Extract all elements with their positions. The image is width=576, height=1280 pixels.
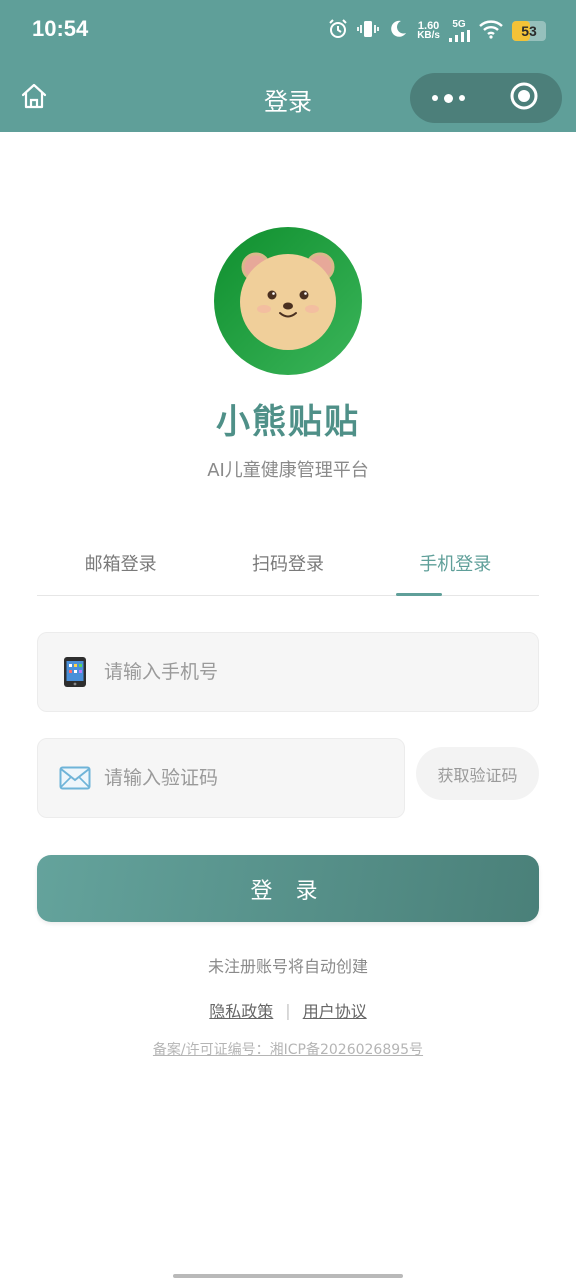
code-field	[37, 738, 405, 818]
phone-field	[37, 632, 539, 712]
more-button[interactable]	[410, 73, 486, 123]
auto-create-note: 未注册账号将自动创建	[207, 957, 368, 976]
link-separator: |	[285, 1000, 291, 1020]
home-indicator	[173, 1274, 403, 1278]
app-subtitle: AI儿童健康管理平台	[207, 460, 369, 481]
network-label: 5G	[452, 19, 466, 30]
tab-email-login[interactable]: 邮箱登录	[37, 540, 204, 595]
get-code-button[interactable]: 获取验证码	[416, 747, 539, 800]
net-speed: 1.60 KB/s	[417, 21, 440, 41]
privacy-policy-link[interactable]: 隐私政策	[209, 998, 273, 1022]
moon-icon	[387, 18, 409, 44]
login-tabs: 邮箱登录 扫码登录 手机登录	[37, 540, 539, 596]
phone-input[interactable]	[104, 661, 538, 683]
envelope-icon	[58, 761, 92, 795]
signal-icon: 5G	[448, 20, 470, 42]
status-bar: 10:54 1.60 KB/s 5G 53	[0, 0, 576, 62]
status-icons: 1.60 KB/s 5G 53	[327, 18, 546, 44]
app-logo	[214, 227, 362, 375]
battery-icon: 53	[512, 21, 546, 41]
more-dots-icon	[429, 93, 468, 103]
close-button[interactable]	[486, 73, 562, 123]
mobile-phone-icon	[58, 655, 92, 689]
icp-filing-link[interactable]: 备案/许可证编号：湘ICP备2026026895号	[0, 1039, 576, 1059]
app-name: 小熊贴贴	[216, 402, 360, 442]
code-input[interactable]	[104, 767, 404, 789]
mini-program-capsule	[410, 73, 562, 123]
tab-phone-login[interactable]: 手机登录	[372, 540, 539, 595]
alarm-icon	[327, 18, 349, 44]
login-button[interactable]: 登 录	[37, 855, 539, 922]
target-circle-icon	[509, 81, 539, 115]
net-speed-unit: KB/s	[417, 30, 440, 41]
policy-links: 隐私政策 | 用户协议	[0, 998, 576, 1022]
user-agreement-link[interactable]: 用户协议	[303, 998, 367, 1022]
status-time: 10:54	[32, 16, 89, 41]
vibrate-icon	[357, 18, 380, 44]
wifi-icon	[478, 19, 504, 43]
battery-level: 53	[521, 23, 537, 39]
tab-qr-login[interactable]: 扫码登录	[204, 540, 371, 595]
nav-bar: 登录	[0, 62, 576, 132]
active-tab-indicator	[396, 593, 442, 596]
